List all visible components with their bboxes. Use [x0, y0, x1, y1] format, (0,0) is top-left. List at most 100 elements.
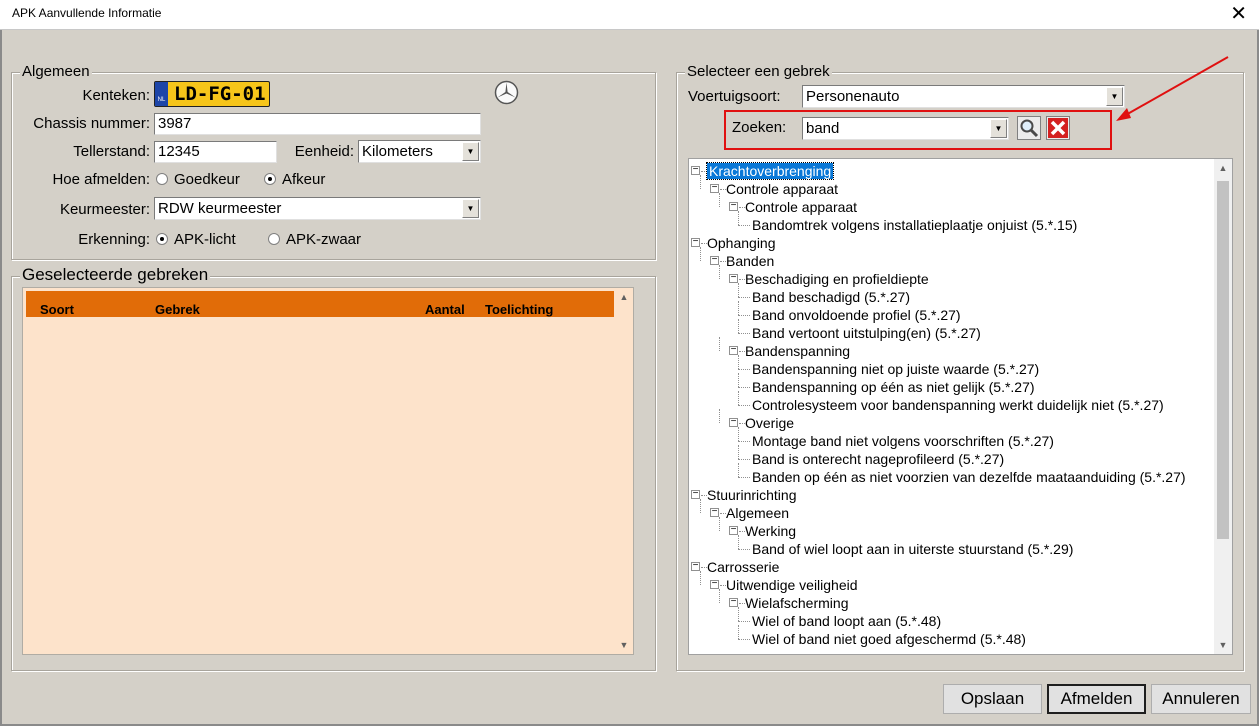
tree-node-label: Controle apparaat: [745, 199, 858, 215]
tree-node[interactable]: Band vertoont uitstulping(en) (5.*.27): [752, 324, 981, 342]
tree-node[interactable]: Stuurinrichting: [707, 486, 797, 504]
chevron-down-icon[interactable]: ▼: [462, 142, 479, 161]
chevron-down-icon[interactable]: ▼: [990, 119, 1007, 138]
tree-node-label: Uitwendige veiligheid: [726, 577, 858, 593]
tree-node[interactable]: Band is onterecht nageprofileerd (5.*.27…: [752, 450, 1004, 468]
tree-collapse-icon[interactable]: −: [691, 237, 700, 247]
tree-node[interactable]: Controlesysteem voor bandenspanning werk…: [752, 396, 1164, 414]
tree-node[interactable]: Carrosserie: [707, 558, 779, 576]
search-button[interactable]: [1017, 116, 1041, 140]
radio-apk-zwaar-dot[interactable]: [268, 233, 280, 245]
annuleren-button[interactable]: Annuleren: [1151, 684, 1251, 714]
tree-collapse-icon[interactable]: −: [729, 201, 738, 211]
tree-node[interactable]: Bandenspanning op één as niet gelijk (5.…: [752, 378, 1035, 396]
tree-node[interactable]: Beschadiging en profieldiepte: [745, 270, 929, 288]
afmelden-label: Hoe afmelden:: [52, 171, 150, 188]
tree-node[interactable]: Montage band niet volgens voorschriften …: [752, 432, 1054, 450]
tree-node[interactable]: Banden: [726, 252, 774, 270]
gebreken-scrollbar[interactable]: ▲ ▼: [615, 288, 633, 654]
tree-node[interactable]: Uitwendige veiligheid: [726, 576, 858, 594]
column-header-toelichting[interactable]: Toelichting: [485, 302, 553, 317]
tree-node[interactable]: Wiel of band loopt aan (5.*.48): [752, 612, 941, 630]
tree-node[interactable]: Bandomtrek volgens installatieplaatje on…: [752, 216, 1077, 234]
tree-node[interactable]: Wiel of band niet goed afgeschermd (5.*.…: [752, 630, 1026, 648]
clear-search-button[interactable]: [1046, 116, 1070, 140]
tree-node-label: Controlesysteem voor bandenspanning werk…: [752, 397, 1164, 413]
opslaan-button[interactable]: Opslaan: [943, 684, 1042, 714]
keurmeester-select[interactable]: RDW keurmeester ▼: [154, 197, 481, 220]
tree-node-label: Algemeen: [726, 505, 790, 521]
tree-collapse-icon[interactable]: −: [729, 273, 738, 283]
tellerstand-input[interactable]: 12345: [154, 141, 277, 163]
scroll-up-icon[interactable]: ▲: [1214, 159, 1232, 177]
tree-collapse-icon[interactable]: −: [691, 165, 700, 175]
tree-node-label: Krachtoverbrenging: [705, 162, 835, 180]
tree-collapse-icon[interactable]: −: [710, 507, 719, 517]
tree-node[interactable]: Werking: [745, 522, 796, 540]
close-icon[interactable]: ✕: [1230, 2, 1247, 26]
radio-apk-zwaar[interactable]: APK-zwaar: [268, 231, 361, 248]
afmelden-button[interactable]: Afmelden: [1047, 684, 1146, 714]
tree-node[interactable]: Bandenspanning niet op juiste waarde (5.…: [752, 360, 1039, 378]
gebreken-table[interactable]: Soort Gebrek Aantal Toelichting ▲ ▼: [22, 287, 634, 655]
tree-node[interactable]: Banden op één as niet voorzien van dezel…: [752, 468, 1186, 486]
tree-node-label: Wielafscherming: [745, 595, 849, 611]
plate-country: NL: [155, 82, 168, 106]
tree-node[interactable]: Band beschadigd (5.*.27): [752, 288, 910, 306]
tree-node[interactable]: Band onvoldoende profiel (5.*.27): [752, 306, 961, 324]
radio-goedkeur-label: Goedkeur: [174, 171, 240, 188]
tree-node[interactable]: Band of wiel loopt aan in uiterste stuur…: [752, 540, 1073, 558]
scroll-up-icon[interactable]: ▲: [615, 288, 633, 306]
tree-node[interactable]: Wielafscherming: [745, 594, 848, 612]
tree-node-label: Banden op één as niet voorzien van dezel…: [752, 469, 1186, 485]
tree-collapse-icon[interactable]: −: [710, 579, 719, 589]
annotation-arrow-icon: [1116, 56, 1229, 121]
zoeken-combobox[interactable]: band ▼: [802, 117, 1009, 140]
column-header-soort[interactable]: Soort: [40, 302, 74, 317]
kenteken-label: Kenteken:: [82, 87, 150, 104]
tree-node[interactable]: Algemeen: [726, 504, 789, 522]
scroll-down-icon[interactable]: ▼: [615, 636, 633, 654]
voertuigsoort-select[interactable]: Personenauto ▼: [802, 85, 1125, 108]
voertuigsoort-label: Voertuigsoort:: [688, 88, 781, 105]
tree-scrollbar[interactable]: ▲ ▼: [1214, 159, 1232, 654]
tree-node[interactable]: Overige: [745, 414, 794, 432]
zoeken-value: band: [806, 120, 840, 137]
tree-collapse-icon[interactable]: −: [729, 345, 738, 355]
radio-apk-licht[interactable]: APK-licht: [156, 231, 236, 248]
radio-afkeur-dot[interactable]: [264, 173, 276, 185]
tree-collapse-icon[interactable]: −: [710, 183, 719, 193]
chassis-input[interactable]: 3987: [154, 113, 481, 135]
tree-collapse-icon[interactable]: −: [729, 597, 738, 607]
selecteer-legend: Selecteer een gebrek: [685, 63, 832, 80]
tree-node[interactable]: Ophanging: [707, 234, 776, 252]
tree-collapse-icon[interactable]: −: [691, 489, 700, 499]
red-x-icon: [1048, 118, 1068, 138]
radio-apk-licht-dot[interactable]: [156, 233, 168, 245]
gebreken-tree[interactable]: − Krachtoverbrenging − Controle apparaat − Co…: [688, 158, 1233, 655]
radio-goedkeur[interactable]: Goedkeur: [156, 171, 240, 188]
tree-node[interactable]: Krachtoverbrenging: [705, 162, 835, 180]
eenheid-select[interactable]: Kilometers ▼: [358, 140, 481, 163]
radio-goedkeur-dot[interactable]: [156, 173, 168, 185]
tree-node[interactable]: Bandenspanning: [745, 342, 850, 360]
kenteken-plate: NL LD-FG-01: [154, 81, 270, 107]
tree-collapse-icon[interactable]: −: [729, 525, 738, 535]
tree-connector: [738, 283, 739, 297]
column-header-aantal[interactable]: Aantal: [425, 302, 465, 317]
tree-collapse-icon[interactable]: −: [710, 255, 719, 265]
tree-collapse-icon[interactable]: −: [729, 417, 738, 427]
tellerstand-label: Tellerstand:: [73, 143, 150, 160]
radio-afkeur[interactable]: Afkeur: [264, 171, 325, 188]
tree-collapse-icon[interactable]: −: [691, 561, 700, 571]
keurmeester-label: Keurmeester:: [59, 201, 150, 218]
tree-node[interactable]: Controle apparaat: [726, 180, 838, 198]
tree-node-label: Bandenspanning: [745, 343, 851, 359]
column-header-gebrek[interactable]: Gebrek: [155, 302, 200, 317]
tree-node[interactable]: Controle apparaat: [745, 198, 857, 216]
tree-node-label: Ophanging: [707, 235, 776, 251]
chevron-down-icon[interactable]: ▼: [462, 199, 479, 218]
scroll-thumb[interactable]: [1217, 181, 1229, 539]
tree-connector: [738, 463, 739, 477]
scroll-down-icon[interactable]: ▼: [1214, 636, 1232, 654]
